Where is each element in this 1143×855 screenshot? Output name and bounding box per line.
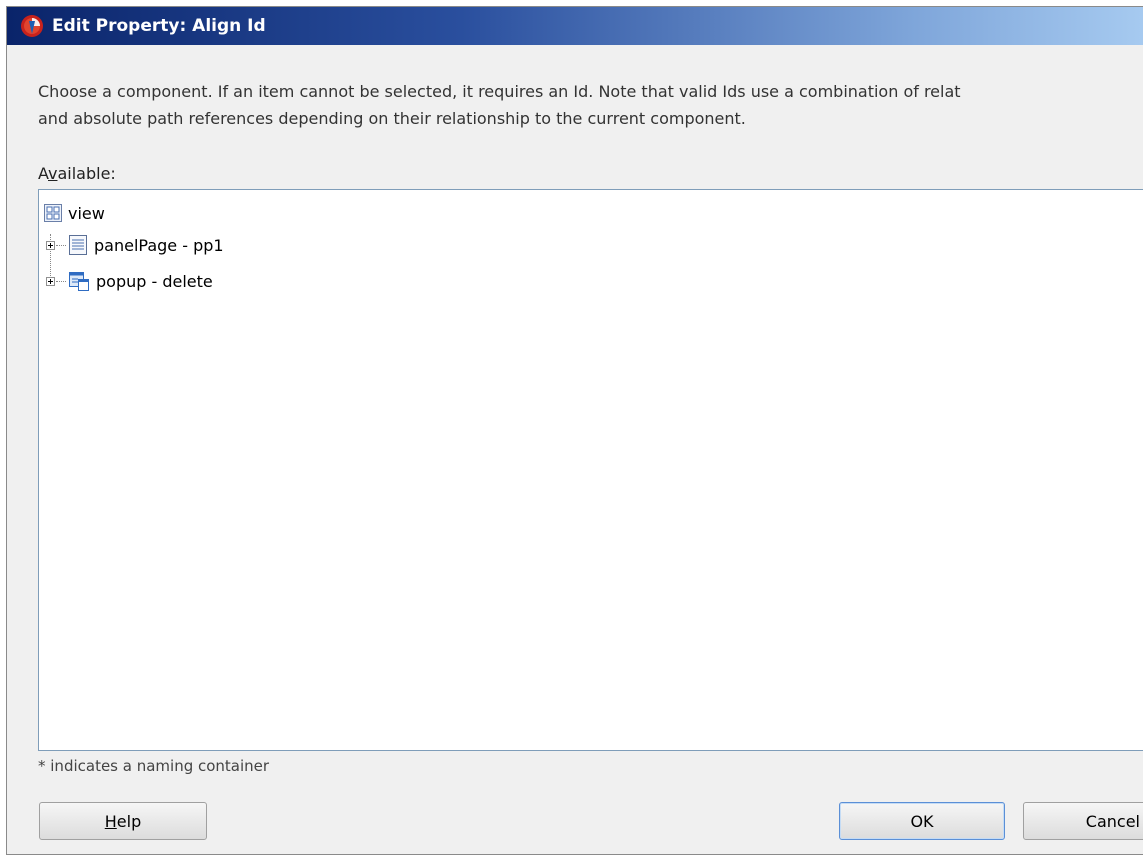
- available-label-part: ailable:: [57, 164, 116, 183]
- available-label-part: A: [38, 164, 49, 183]
- tree-node-view[interactable]: view: [44, 198, 105, 228]
- help-button[interactable]: Help: [39, 802, 207, 840]
- ok-button[interactable]: OK: [839, 802, 1005, 840]
- view-icon: [44, 204, 62, 222]
- title-bar[interactable]: Edit Property: Align Id: [7, 7, 1143, 45]
- help-button-label: elp: [116, 811, 142, 831]
- help-button-mnemonic: H: [104, 811, 117, 831]
- expand-icon[interactable]: [46, 276, 55, 286]
- oracle-jdeveloper-icon: [21, 15, 43, 37]
- instruction-line-1: Choose a component. If an item cannot be…: [38, 82, 961, 101]
- instruction-line-2: and absolute path references depending o…: [38, 109, 746, 128]
- panel-page-icon: [69, 235, 87, 255]
- component-tree[interactable]: view panelPage - pp1 popup - delete: [38, 189, 1143, 751]
- tree-node-panelpage[interactable]: panelPage - pp1: [46, 230, 224, 260]
- naming-container-note: * indicates a naming container: [38, 757, 270, 775]
- popup-icon: [69, 272, 89, 291]
- tree-node-popup[interactable]: popup - delete: [46, 266, 213, 296]
- available-label: Available:: [38, 164, 116, 183]
- instruction-text: Choose a component. If an item cannot be…: [38, 78, 1143, 132]
- expand-icon[interactable]: [46, 240, 55, 250]
- dialog-title: Edit Property: Align Id: [52, 16, 266, 36]
- cancel-button[interactable]: Cancel: [1023, 802, 1143, 840]
- tree-node-label: panelPage - pp1: [94, 235, 224, 255]
- tree-node-label: view: [68, 203, 105, 223]
- tree-node-label: popup - delete: [96, 271, 213, 291]
- edit-property-dialog: Edit Property: Align Id Choose a compone…: [6, 6, 1143, 855]
- tree-connector: [56, 244, 66, 246]
- tree-connector: [56, 280, 66, 282]
